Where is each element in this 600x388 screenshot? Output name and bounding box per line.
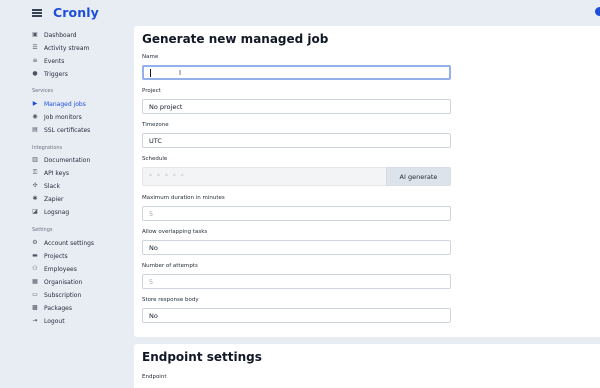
brand-logo[interactable]: Cronly (53, 5, 99, 20)
schedule-input[interactable]: * * * * * (142, 167, 386, 186)
max-duration-input[interactable]: 5 (142, 206, 451, 221)
subscription-icon: ▭ (32, 291, 38, 298)
menu-icon[interactable] (32, 9, 42, 17)
sidebar-item-dashboard[interactable]: ▣ Dashboard (32, 30, 76, 40)
sidebar-item-slack[interactable]: ✣ Slack (32, 181, 59, 191)
avatar[interactable] (595, 7, 600, 16)
sidebar: ▣ Dashboard ☰ Activity stream ≡ Events ● Tri… (0, 26, 128, 388)
project-label: Project (142, 88, 161, 94)
events-icon: ≡ (32, 57, 38, 64)
text-caret (150, 69, 151, 77)
sidebar-item-api-keys[interactable]: ⚿ API keys (32, 168, 69, 178)
trigger-icon: ● (32, 70, 38, 77)
zapier-icon: ✱ (32, 195, 38, 202)
key-icon: ⚿ (32, 169, 38, 176)
overlap-label: Allow overlapping tasks (142, 229, 208, 235)
logout-icon: ⇥ (32, 317, 38, 324)
sidebar-item-logout[interactable]: ⇥ Logout (32, 316, 64, 326)
sidebar-item-employees[interactable]: ⚇ Employees (32, 264, 77, 274)
name-input[interactable]: I (142, 65, 451, 80)
store-body-select[interactable]: No (142, 308, 451, 323)
max-duration-label: Maximum duration in minutes (142, 195, 225, 201)
endpoint-settings-card: Endpoint settings Endpoint (134, 344, 600, 388)
sidebar-item-events[interactable]: ≡ Events (32, 56, 64, 66)
book-icon: ▥ (32, 156, 38, 163)
sidebar-item-managed-jobs[interactable]: ▶ Managed jobs (32, 99, 86, 109)
sidebar-item-activity-stream[interactable]: ☰ Activity stream (32, 43, 89, 53)
settings-section-title: Settings (32, 227, 53, 233)
name-label: Name (142, 54, 159, 60)
ai-generate-button[interactable]: AI generate (386, 167, 451, 186)
managed-job-form: Generate new managed job Name I Project … (134, 26, 600, 337)
sidebar-item-zapier[interactable]: ✱ Zapier (32, 194, 63, 204)
timezone-select[interactable]: UTC (142, 133, 451, 148)
package-icon: ▩ (32, 304, 38, 311)
sidebar-item-ssl-certificates[interactable]: ▤ SSL certificates (32, 125, 90, 135)
monitor-icon: ◉ (32, 113, 38, 120)
store-body-label: Store response body (142, 297, 199, 303)
folder-icon: ▬ (32, 252, 38, 259)
sidebar-item-organisation[interactable]: ▦ Organisation (32, 277, 82, 287)
sidebar-item-packages[interactable]: ▩ Packages (32, 303, 72, 313)
sidebar-item-triggers[interactable]: ● Triggers (32, 69, 67, 79)
sidebar-item-projects[interactable]: ▬ Projects (32, 251, 68, 261)
endpoint-settings-title: Endpoint settings (142, 350, 262, 364)
logsnag-icon: ◪ (32, 208, 38, 215)
timezone-label: Timezone (142, 122, 169, 128)
attempts-input[interactable]: 5 (142, 274, 451, 289)
attempts-label: Number of attempts (142, 263, 198, 269)
endpoint-label: Endpoint (142, 374, 167, 380)
project-select[interactable]: No project (142, 99, 451, 114)
certificate-icon: ▤ (32, 126, 38, 133)
play-icon: ▶ (32, 100, 38, 107)
slack-icon: ✣ (32, 182, 38, 189)
sidebar-item-job-monitors[interactable]: ◉ Job monitors (32, 112, 81, 122)
integrations-section-title: Integrations (32, 145, 63, 151)
sidebar-item-subscription[interactable]: ▭ Subscription (32, 290, 81, 300)
sidebar-item-account-settings[interactable]: ⚙ Account settings (32, 238, 94, 248)
dashboard-icon: ▣ (32, 31, 38, 38)
services-section-title: Services (32, 88, 54, 94)
sidebar-item-documentation[interactable]: ▥ Documentation (32, 155, 90, 165)
overlap-select[interactable]: No (142, 240, 451, 255)
building-icon: ▦ (32, 278, 38, 285)
ibeam-cursor-icon: I (179, 69, 182, 77)
page-title: Generate new managed job (142, 32, 329, 46)
top-bar: Cronly (0, 0, 600, 26)
schedule-label: Schedule (142, 156, 168, 162)
users-icon: ⚇ (32, 265, 38, 272)
sidebar-item-logsnag[interactable]: ◪ Logsnag (32, 207, 69, 217)
list-icon: ☰ (32, 44, 38, 51)
gear-icon: ⚙ (32, 239, 38, 246)
